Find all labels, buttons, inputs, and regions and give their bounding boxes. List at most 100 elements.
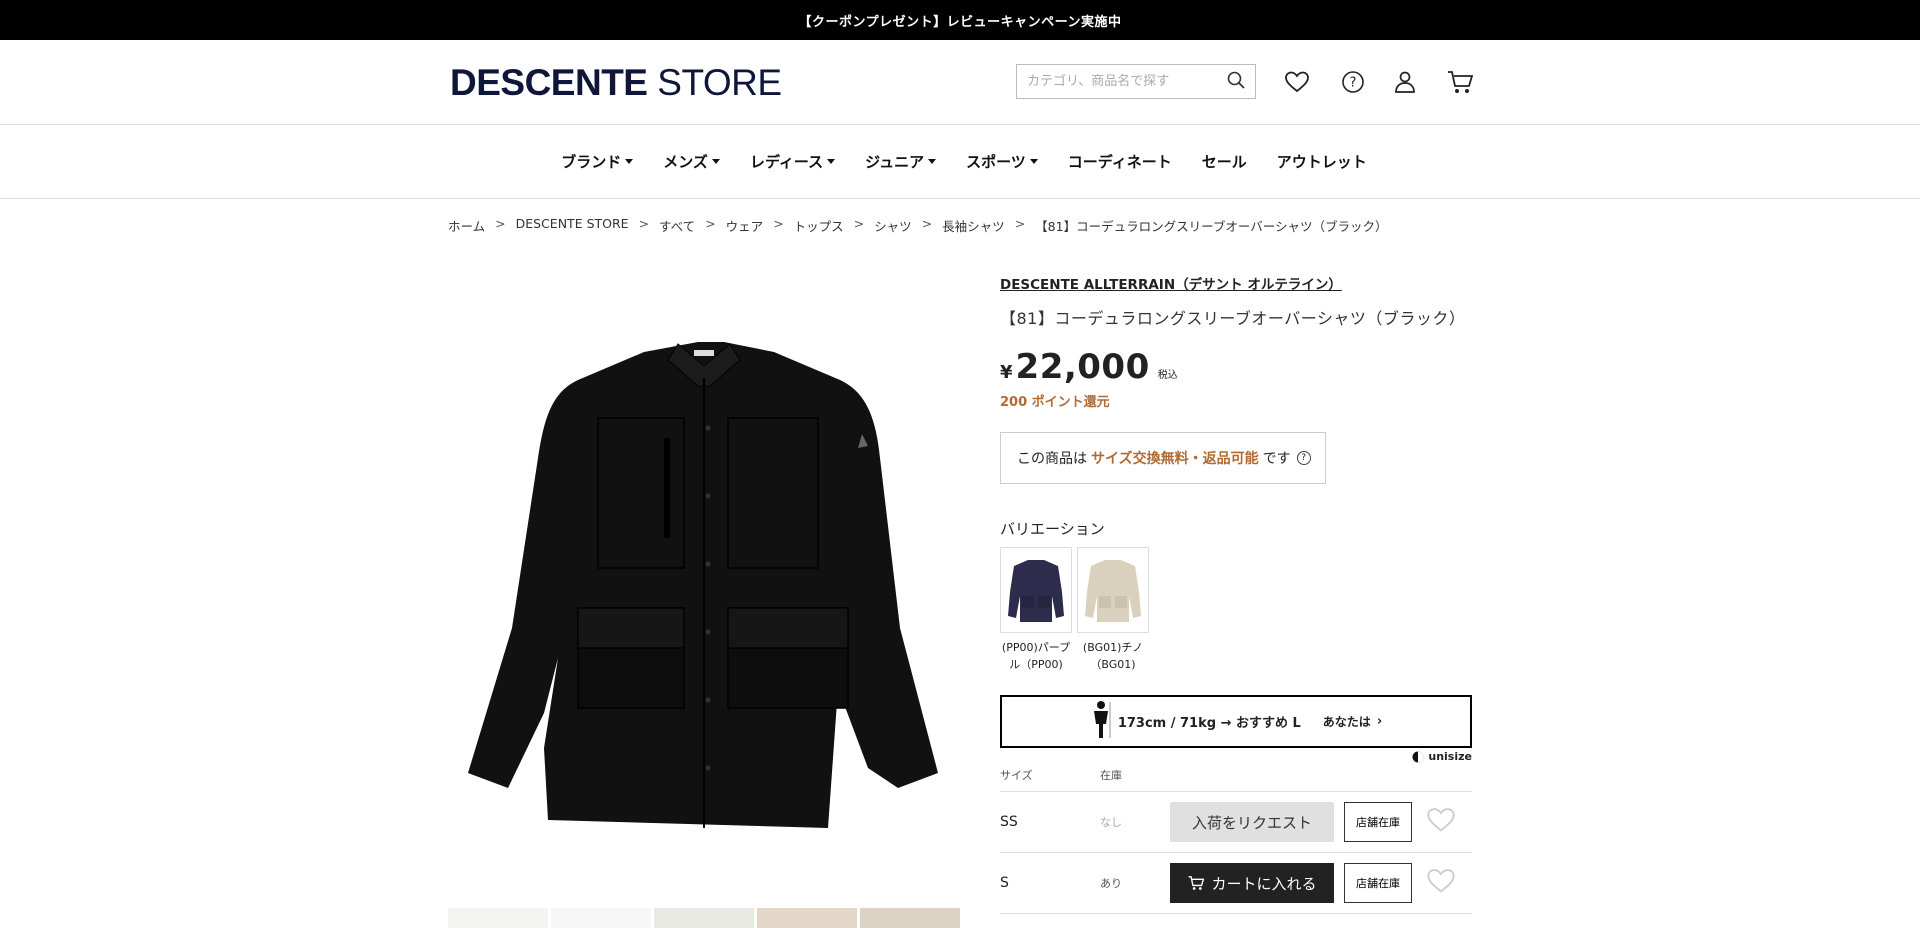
breadcrumb-separator: >	[705, 216, 716, 231]
chevron-down-icon	[928, 159, 937, 164]
main-nav: ブランド メンズ レディース ジュニア スポーツ コーディネート セール アウト…	[0, 125, 1920, 199]
stock-status: あり	[1100, 877, 1122, 890]
notice-post: です	[1262, 451, 1291, 467]
help-icon[interactable]: ?	[1338, 67, 1368, 97]
tax-label: 税込	[1157, 370, 1178, 381]
logo-brand: DESCENTE	[450, 62, 648, 103]
col-stock: 在庫	[1100, 769, 1122, 782]
size-value: S	[1000, 875, 1009, 891]
unisize-icon	[1412, 751, 1424, 762]
nav-mens[interactable]: メンズ	[663, 151, 720, 172]
nav-junior[interactable]: ジュニア	[865, 151, 937, 172]
search-icon[interactable]	[1227, 71, 1245, 93]
breadcrumb-item[interactable]: すべて	[659, 216, 695, 235]
stock-row: SS なし 入荷をリクエスト 店舗在庫	[1000, 792, 1472, 853]
breadcrumb: ホーム > DESCENTE STORE > すべて > ウェア > トップス > シャツ…	[448, 216, 1387, 235]
thumbnail[interactable]	[654, 908, 754, 928]
size-recommendation-button[interactable]: 173cm / 71kg → おすすめ L あなたは ›	[1000, 695, 1472, 748]
thumbnail[interactable]	[551, 908, 651, 928]
variation-label: (PP00)パープル（PP00)	[1001, 641, 1071, 671]
store-stock-button[interactable]: 店舗在庫	[1344, 802, 1412, 842]
chevron-down-icon	[1029, 159, 1038, 164]
size-value: SS	[1000, 814, 1018, 830]
campaign-banner[interactable]: 【クーポンプレゼント】レビューキャンペーン実施中	[0, 0, 1920, 40]
thumbnail[interactable]	[860, 908, 960, 928]
variation-item[interactable]: (PP00)パープル（PP00)	[1000, 547, 1072, 673]
heart-icon[interactable]	[1282, 67, 1312, 97]
chevron-down-icon	[711, 159, 720, 164]
nav-sale[interactable]: セール	[1202, 151, 1247, 172]
variation-item[interactable]: (BG01)チノ（BG01)	[1077, 547, 1149, 673]
nav-label: ブランド	[561, 153, 622, 171]
unisize-logo: unisize	[1000, 750, 1472, 763]
store-stock-button[interactable]: 店舗在庫	[1344, 863, 1412, 903]
person-icon	[1090, 700, 1112, 744]
add-to-cart-button[interactable]: カートに入れる	[1170, 863, 1334, 903]
breadcrumb-item[interactable]: 長袖シャツ	[942, 216, 1005, 235]
thumbnail[interactable]	[757, 908, 857, 928]
restock-request-button[interactable]: 入荷をリクエスト	[1170, 802, 1334, 842]
nav-sports[interactable]: スポーツ	[966, 151, 1038, 172]
col-size: サイズ	[1000, 769, 1033, 782]
nav-label: セール	[1201, 153, 1247, 171]
heart-icon[interactable]	[1426, 806, 1456, 838]
brand-link[interactable]: DESCENTE ALLTERRAIN（デサント オルテライン）	[1000, 273, 1472, 293]
nav-brand[interactable]: ブランド	[561, 151, 634, 172]
nav-label: メンズ	[663, 153, 708, 171]
breadcrumb-item[interactable]: シャツ	[874, 216, 912, 235]
site-logo[interactable]: DESCENTE STORE	[450, 62, 782, 104]
notice-highlight: サイズ交換無料・返品可能	[1091, 451, 1259, 467]
breadcrumb-item[interactable]: ホーム	[448, 216, 485, 235]
help-icon[interactable]: ?	[1296, 451, 1311, 465]
cart-icon[interactable]	[1445, 67, 1475, 97]
recommendation-text: 173cm / 71kg → おすすめ L	[1117, 716, 1301, 731]
variation-image[interactable]	[1077, 547, 1149, 633]
cart-icon	[1189, 876, 1205, 890]
product-main-image[interactable]	[448, 268, 960, 868]
price-value: 22,000	[1015, 347, 1150, 387]
variation-image[interactable]	[1000, 547, 1072, 633]
stock-status: なし	[1100, 816, 1122, 829]
your-size-label: あなたは	[1322, 715, 1371, 729]
logo-store: STORE	[657, 62, 782, 103]
thumbnail-strip	[448, 908, 960, 928]
search-box	[1016, 64, 1256, 99]
add-to-cart-label: カートに入れる	[1211, 874, 1317, 893]
variation-label: (BG01)チノ（BG01)	[1082, 641, 1144, 671]
breadcrumb-separator: >	[773, 216, 784, 231]
variation-title: バリエーション	[1000, 520, 1105, 538]
product-title: 【81】コーデュラロングスリーブオーバーシャツ（ブラック）	[1000, 309, 1466, 328]
notice-pre: この商品は	[1017, 451, 1087, 467]
breadcrumb-item[interactable]: トップス	[794, 216, 844, 235]
nav-label: コーディネート	[1067, 153, 1172, 171]
return-policy-notice: この商品は サイズ交換無料・返品可能 です ?	[1000, 432, 1326, 484]
nav-outlet[interactable]: アウトレット	[1277, 151, 1367, 172]
nav-label: レディース	[749, 153, 824, 171]
user-icon[interactable]	[1390, 67, 1420, 97]
thumbnail[interactable]	[448, 908, 548, 928]
breadcrumb-current: 【81】コーデュラロングスリーブオーバーシャツ（ブラック）	[1035, 219, 1388, 234]
unisize-text: unisize	[1428, 750, 1472, 763]
breadcrumb-separator: >	[853, 216, 865, 231]
breadcrumb-item[interactable]: ウェア	[726, 216, 764, 235]
chevron-right-icon: ›	[1376, 714, 1383, 729]
stock-row: S あり カートに入れる 店舗在庫	[1000, 853, 1472, 914]
breadcrumb-item[interactable]: DESCENTE STORE	[516, 216, 629, 235]
nav-label: ジュニア	[865, 153, 925, 171]
variation-list: (PP00)パープル（PP00) (BG01)チノ（BG01)	[1000, 547, 1472, 673]
search-input[interactable]	[1027, 74, 1227, 89]
currency-symbol: ¥	[1000, 362, 1013, 383]
chevron-down-icon	[625, 159, 634, 164]
stock-table-header: サイズ 在庫	[1000, 767, 1472, 792]
product-info: DESCENTE ALLTERRAIN（デサント オルテライン） 【81】コーデ…	[1000, 273, 1472, 914]
heart-icon[interactable]	[1426, 867, 1456, 899]
svg-text:?: ?	[1350, 76, 1357, 91]
nav-ladies[interactable]: レディース	[749, 151, 836, 172]
nav-coordinate[interactable]: コーディネート	[1068, 151, 1172, 172]
nav-label: アウトレット	[1276, 153, 1367, 171]
chevron-down-icon	[827, 159, 836, 164]
breadcrumb-separator: >	[495, 216, 506, 231]
nav-label: スポーツ	[966, 153, 1026, 171]
site-header: DESCENTE STORE ?	[0, 40, 1920, 125]
price: ¥ 22,000 税込	[1000, 347, 1472, 387]
